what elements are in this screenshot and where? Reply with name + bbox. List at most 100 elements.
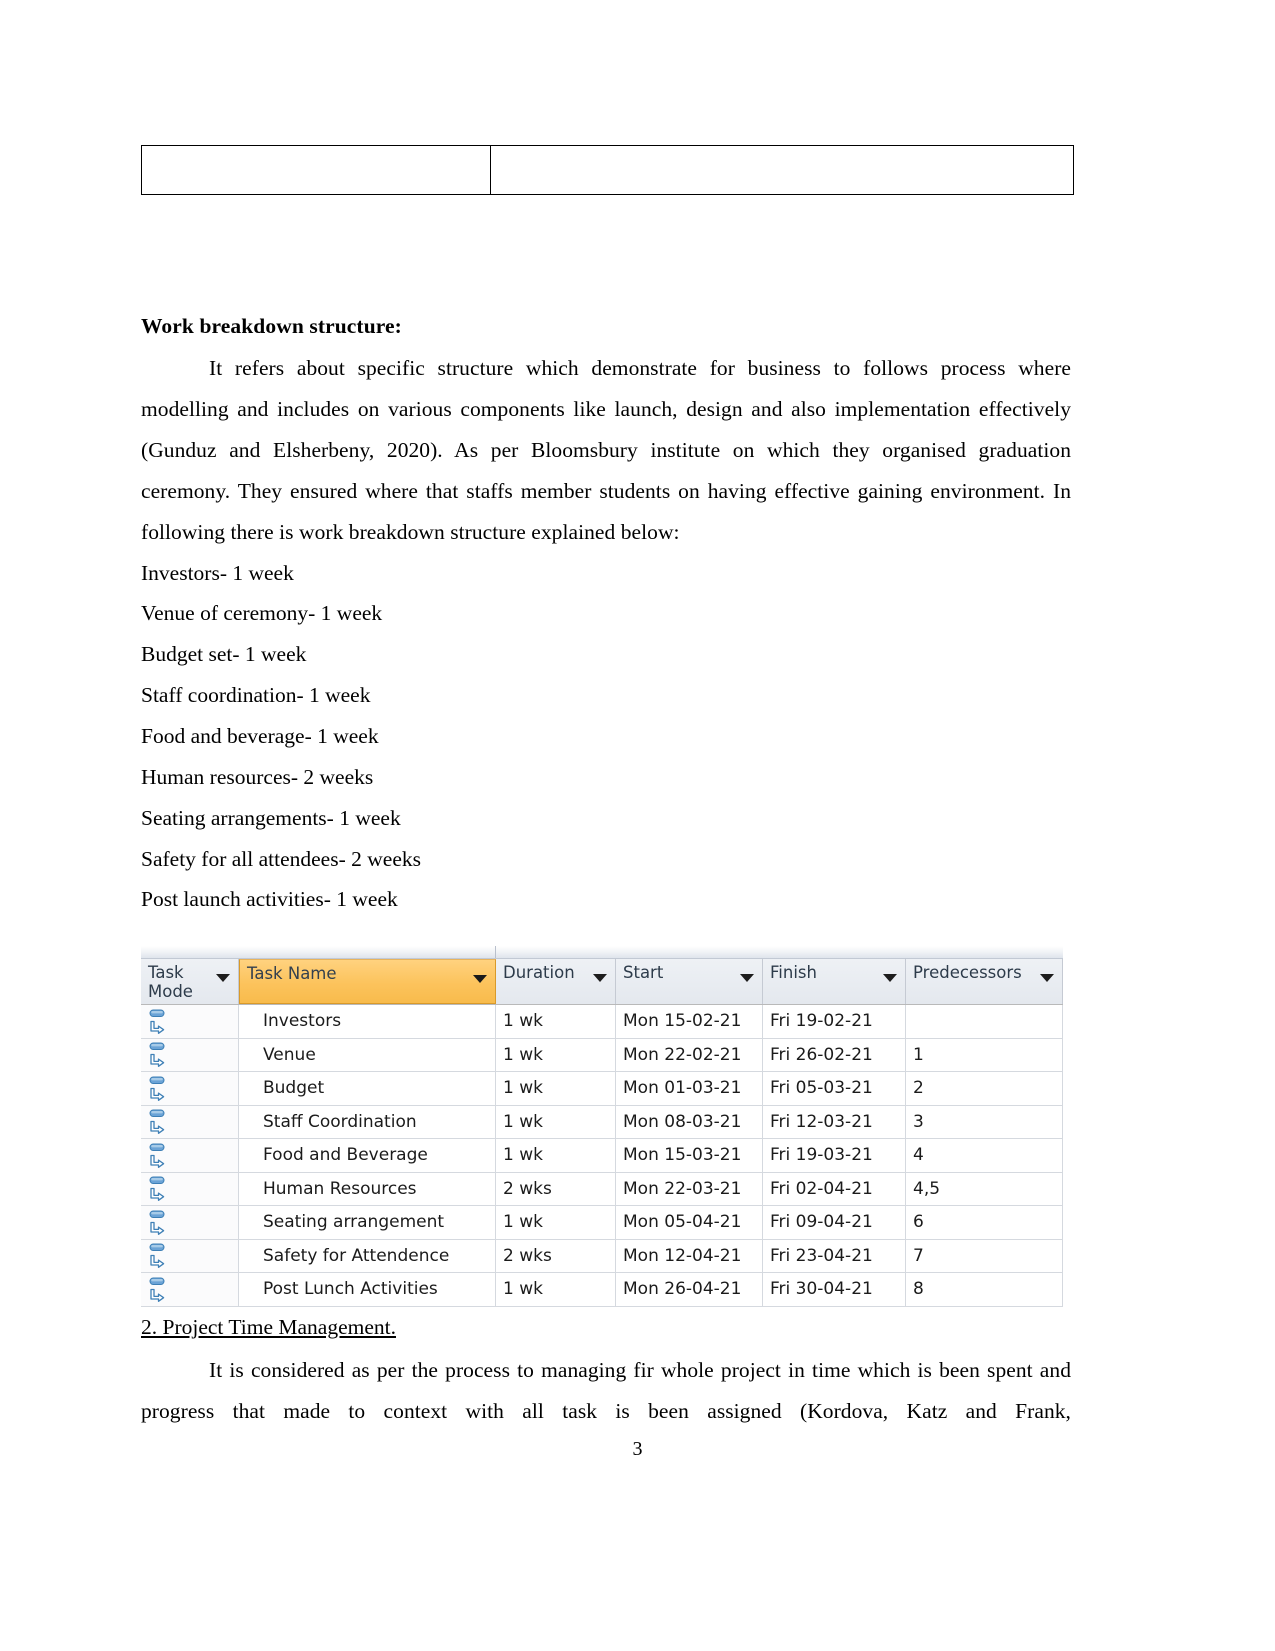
list-item: Human resources- 2 weeks [141, 764, 374, 789]
document-page: Work breakdown structure: It refers abou… [0, 0, 1275, 1651]
column-header-task-mode-label: Task Mode [148, 963, 193, 1001]
cell-duration[interactable]: 2 wks [496, 1172, 616, 1205]
cell-duration[interactable]: 1 wk [496, 1273, 616, 1306]
cell-finish[interactable]: Fri 30-04-21 [763, 1273, 906, 1306]
list-item: Food and beverage- 1 week [141, 723, 379, 748]
chevron-down-icon[interactable] [593, 974, 607, 982]
auto-scheduled-icon [149, 1243, 171, 1269]
cell-finish[interactable]: Fri 05-03-21 [763, 1072, 906, 1105]
chevron-down-icon[interactable] [1040, 974, 1054, 982]
cell-task-name[interactable]: Seating arrangement [239, 1206, 496, 1239]
table-row[interactable]: Investors 1 wk Mon 15-02-21 Fri 19-02-21 [141, 1005, 1063, 1039]
cell-start[interactable]: Mon 01-03-21 [616, 1072, 763, 1105]
cell-task-name[interactable]: Venue [239, 1038, 496, 1071]
cell-predecessors[interactable] [906, 1005, 1063, 1038]
cell-start[interactable]: Mon 08-03-21 [616, 1105, 763, 1138]
cell-predecessors[interactable]: 3 [906, 1105, 1063, 1138]
cell-task-name[interactable]: Budget [239, 1072, 496, 1105]
cell-task-mode[interactable] [141, 1139, 239, 1172]
cell-finish[interactable]: Fri 09-04-21 [763, 1206, 906, 1239]
cell-finish[interactable]: Fri 02-04-21 [763, 1172, 906, 1205]
auto-scheduled-icon [149, 1277, 171, 1302]
table-header-row: Task Mode Task Name Duration Start Finis… [141, 959, 1063, 1005]
column-header-task-name[interactable]: Task Name [239, 959, 496, 1004]
table-row[interactable]: Budget 1 wk Mon 01-03-21 Fri 05-03-21 2 [141, 1072, 1063, 1106]
chevron-down-icon[interactable] [216, 974, 230, 982]
list-item: Budget set- 1 week [141, 642, 307, 667]
table-row[interactable]: Venue 1 wk Mon 22-02-21 Fri 26-02-21 1 [141, 1038, 1063, 1072]
cell-duration[interactable]: 1 wk [496, 1139, 616, 1172]
cell-task-mode[interactable] [141, 1273, 239, 1306]
table-row[interactable]: Safety for Attendence 2 wks Mon 12-04-21 Fr… [141, 1239, 1063, 1273]
column-header-start[interactable]: Start [616, 959, 763, 1004]
column-header-finish-label: Finish [770, 963, 817, 982]
cell-duration[interactable]: 2 wks [496, 1239, 616, 1272]
header-table [141, 145, 1074, 195]
header-table-cell-right [490, 145, 1074, 195]
cell-start[interactable]: Mon 26-04-21 [616, 1273, 763, 1306]
table-row[interactable]: Seating arrangement 1 wk Mon 05-04-21 Fri 0… [141, 1206, 1063, 1240]
cell-task-mode[interactable] [141, 1072, 239, 1105]
cell-duration[interactable]: 1 wk [496, 1038, 616, 1071]
cell-task-name[interactable]: Food and Beverage [239, 1139, 496, 1172]
cell-finish[interactable]: Fri 19-02-21 [763, 1005, 906, 1038]
cell-task-mode[interactable] [141, 1038, 239, 1071]
cell-duration[interactable]: 1 wk [496, 1105, 616, 1138]
header-table-cell-left [141, 145, 491, 195]
auto-scheduled-icon [149, 1009, 171, 1034]
table-row[interactable]: Staff Coordination 1 wk Mon 08-03-21 Fri 12… [141, 1105, 1063, 1139]
cell-finish[interactable]: Fri 23-04-21 [763, 1239, 906, 1272]
cell-start[interactable]: Mon 05-04-21 [616, 1206, 763, 1239]
subsection-title: 2. Project Time Management. [141, 1315, 396, 1339]
cell-predecessors[interactable]: 8 [906, 1273, 1063, 1306]
column-header-predecessors[interactable]: Predecessors [906, 959, 1063, 1004]
cell-finish[interactable]: Fri 12-03-21 [763, 1105, 906, 1138]
cell-duration[interactable]: 1 wk [496, 1005, 616, 1038]
table-row[interactable]: Post Lunch Activities 1 wk Mon 26-04-21 Fri… [141, 1273, 1063, 1307]
cell-predecessors[interactable]: 1 [906, 1038, 1063, 1071]
chevron-down-icon[interactable] [473, 975, 487, 983]
table-row[interactable]: Food and Beverage 1 wk Mon 15-03-21 Fri 19-… [141, 1139, 1063, 1173]
cell-task-name[interactable]: Human Resources [239, 1172, 496, 1205]
cell-task-name[interactable]: Safety for Attendence [239, 1239, 496, 1272]
project-schedule-table: Task Mode Task Name Duration Start Finis… [141, 946, 1063, 1307]
cell-task-name[interactable]: Investors [239, 1005, 496, 1038]
column-header-duration[interactable]: Duration [496, 959, 616, 1004]
column-header-finish[interactable]: Finish [763, 959, 906, 1004]
column-header-predecessors-label: Predecessors [913, 963, 1022, 982]
cell-task-mode[interactable] [141, 1172, 239, 1205]
cell-start[interactable]: Mon 12-04-21 [616, 1239, 763, 1272]
chevron-down-icon[interactable] [883, 974, 897, 982]
cell-start[interactable]: Mon 22-03-21 [616, 1172, 763, 1205]
cell-duration[interactable]: 1 wk [496, 1206, 616, 1239]
auto-scheduled-icon [149, 1210, 171, 1235]
cell-predecessors[interactable]: 4 [906, 1139, 1063, 1172]
auto-scheduled-icon [149, 1143, 171, 1168]
cell-predecessors[interactable]: 4,5 [906, 1172, 1063, 1205]
table-body: Investors 1 wk Mon 15-02-21 Fri 19-02-21 Ven… [141, 1005, 1063, 1307]
cell-predecessors[interactable]: 2 [906, 1072, 1063, 1105]
cell-start[interactable]: Mon 15-03-21 [616, 1139, 763, 1172]
column-header-task-name-label: Task Name [247, 964, 337, 983]
cell-start[interactable]: Mon 15-02-21 [616, 1005, 763, 1038]
cell-start[interactable]: Mon 22-02-21 [616, 1038, 763, 1071]
cell-task-mode[interactable] [141, 1239, 239, 1272]
cell-predecessors[interactable]: 7 [906, 1239, 1063, 1272]
cell-finish[interactable]: Fri 19-03-21 [763, 1139, 906, 1172]
cell-duration[interactable]: 1 wk [496, 1072, 616, 1105]
table-row[interactable]: Human Resources 2 wks Mon 22-03-21 Fri 02-0… [141, 1172, 1063, 1206]
split-bar-handle[interactable] [495, 946, 496, 958]
cell-task-mode[interactable] [141, 1206, 239, 1239]
chevron-down-icon[interactable] [740, 974, 754, 982]
list-item: Venue of ceremony- 1 week [141, 601, 383, 626]
list-item: Safety for all attendees- 2 weeks [141, 846, 421, 871]
grid-top-strip [141, 946, 1063, 959]
cell-task-mode[interactable] [141, 1005, 239, 1038]
cell-task-name[interactable]: Post Lunch Activities [239, 1273, 496, 1306]
column-header-task-mode[interactable]: Task Mode [141, 959, 239, 1004]
cell-finish[interactable]: Fri 26-02-21 [763, 1038, 906, 1071]
column-header-duration-label: Duration [503, 963, 575, 982]
cell-task-mode[interactable] [141, 1105, 239, 1138]
cell-task-name[interactable]: Staff Coordination [239, 1105, 496, 1138]
cell-predecessors[interactable]: 6 [906, 1206, 1063, 1239]
